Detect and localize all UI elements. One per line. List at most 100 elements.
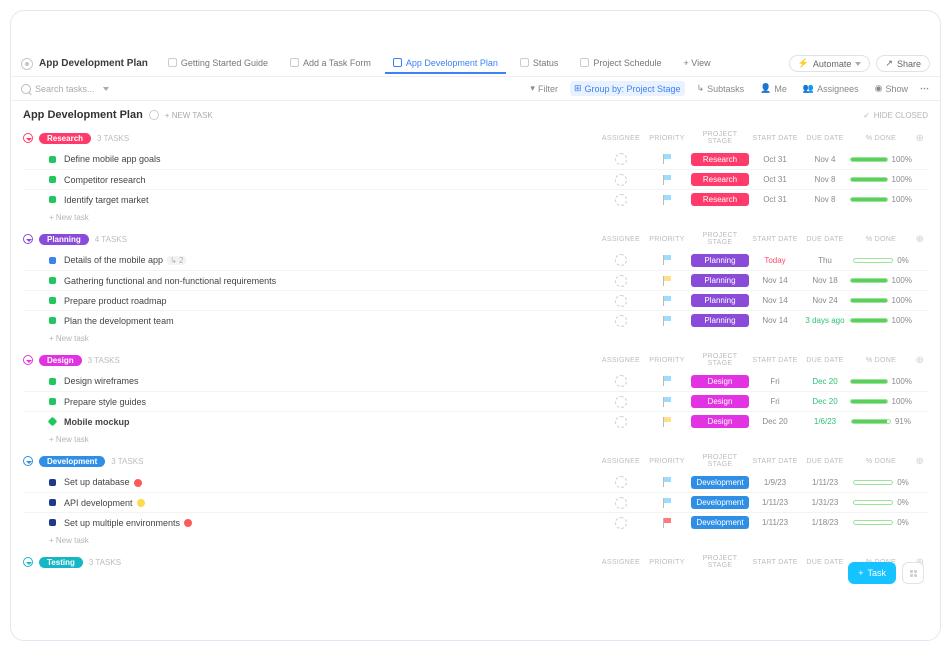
add-column-button[interactable]: ⊕	[912, 234, 928, 245]
project-stage-cell[interactable]: Planning	[691, 294, 749, 307]
project-stage-cell[interactable]: Planning	[691, 314, 749, 327]
percent-done[interactable]: 0%	[850, 498, 912, 507]
show-button[interactable]: ◉ Show	[871, 81, 912, 96]
task-name[interactable]: Prepare style guides	[64, 397, 598, 407]
due-date[interactable]: Dec 20	[812, 397, 837, 406]
add-view-button[interactable]: + View	[675, 54, 718, 74]
task-row[interactable]: Set up multiple environments Development 1…	[23, 512, 928, 532]
priority-flag-icon[interactable]	[663, 154, 672, 164]
task-name[interactable]: Set up multiple environments	[64, 518, 598, 528]
apps-grid-button[interactable]	[902, 562, 924, 584]
project-stage-cell[interactable]: Research	[691, 193, 749, 206]
percent-done[interactable]: 0%	[850, 478, 912, 487]
project-stage-cell[interactable]: Planning	[691, 274, 749, 287]
due-date[interactable]: Nov 8	[815, 175, 836, 184]
new-task-row[interactable]: + New task	[23, 209, 928, 224]
add-column-button[interactable]: ⊕	[912, 133, 928, 144]
due-date[interactable]: 1/31/23	[812, 498, 839, 507]
start-date[interactable]: Nov 14	[762, 276, 787, 285]
priority-flag-icon[interactable]	[663, 175, 672, 185]
start-date[interactable]: Fri	[770, 397, 779, 406]
project-stage-cell[interactable]: Development	[691, 476, 749, 489]
priority-flag-icon[interactable]	[663, 376, 672, 386]
task-row[interactable]: Plan the development team Planning Nov 14 3…	[23, 310, 928, 330]
new-task-row[interactable]: + New task	[23, 532, 928, 547]
new-task-inline[interactable]: + NEW TASK	[165, 111, 213, 120]
due-date[interactable]: 1/6/23	[814, 417, 836, 426]
due-date[interactable]: 1/18/23	[812, 518, 839, 527]
start-date[interactable]: Nov 14	[762, 296, 787, 305]
task-row[interactable]: Identify target marketResearchOct 31Nov …	[23, 189, 928, 209]
share-button[interactable]: ↗ Share	[876, 55, 930, 72]
group-collapse-toggle[interactable]	[23, 133, 33, 143]
subtasks-button[interactable]: ↳ Subtasks	[693, 81, 749, 96]
tab-project-schedule[interactable]: Project Schedule	[572, 54, 669, 74]
due-date[interactable]: Nov 24	[812, 296, 837, 305]
project-stage-cell[interactable]: Design	[691, 375, 749, 388]
task-name[interactable]: Identify target market	[64, 195, 598, 205]
task-status-square[interactable]	[49, 196, 56, 203]
assignee-empty-icon[interactable]	[615, 295, 627, 307]
due-date[interactable]: Thu	[818, 256, 832, 265]
group-pill[interactable]: Research	[39, 133, 91, 144]
task-row[interactable]: Prepare product roadmap Planning Nov 14 Nov…	[23, 290, 928, 310]
project-stage-cell[interactable]: Development	[691, 496, 749, 509]
percent-done[interactable]: 100%	[850, 155, 912, 164]
task-status-square[interactable]	[49, 398, 56, 405]
group-collapse-toggle[interactable]	[23, 355, 33, 365]
assignee-empty-icon[interactable]	[615, 315, 627, 327]
assignee-empty-icon[interactable]	[615, 153, 627, 165]
task-name[interactable]: Competitor research	[64, 175, 598, 185]
group-pill[interactable]: Planning	[39, 234, 89, 245]
task-status-square[interactable]	[49, 519, 56, 526]
task-name[interactable]: Define mobile app goals	[64, 154, 598, 164]
priority-flag-icon[interactable]	[663, 195, 672, 205]
list-settings-icon[interactable]	[21, 58, 33, 70]
project-stage-cell[interactable]: Research	[691, 153, 749, 166]
percent-done[interactable]: 0%	[850, 518, 912, 527]
task-row[interactable]: Set up databaseDevelopment1/9/231/11/230…	[23, 472, 928, 492]
assignee-empty-icon[interactable]	[615, 375, 627, 387]
project-stage-cell[interactable]: Development	[691, 516, 749, 529]
me-filter-button[interactable]: 👤 Me	[756, 81, 791, 96]
project-stage-cell[interactable]: Planning	[691, 254, 749, 267]
assignee-empty-icon[interactable]	[615, 396, 627, 408]
task-status-square[interactable]	[49, 317, 56, 324]
due-date[interactable]: Dec 20	[812, 377, 837, 386]
priority-flag-icon[interactable]	[663, 417, 672, 427]
group-collapse-toggle[interactable]	[23, 234, 33, 244]
task-status-square[interactable]	[49, 176, 56, 183]
due-date[interactable]: Nov 8	[815, 195, 836, 204]
task-status-square[interactable]	[48, 417, 58, 427]
assignee-empty-icon[interactable]	[615, 194, 627, 206]
task-status-square[interactable]	[49, 479, 56, 486]
group-collapse-toggle[interactable]	[23, 557, 33, 567]
priority-flag-icon[interactable]	[663, 477, 672, 487]
group-collapse-toggle[interactable]	[23, 456, 33, 466]
new-task-row[interactable]: + New task	[23, 431, 928, 446]
assignee-empty-icon[interactable]	[615, 476, 627, 488]
assignees-button[interactable]: 👥 Assignees	[799, 81, 863, 96]
percent-done[interactable]: 100%	[850, 276, 912, 285]
task-name[interactable]: Prepare product roadmap	[64, 296, 598, 306]
assignee-empty-icon[interactable]	[615, 517, 627, 529]
new-task-row[interactable]: + New task	[23, 330, 928, 345]
priority-flag-icon[interactable]	[663, 316, 672, 326]
percent-done[interactable]: 100%	[850, 397, 912, 406]
start-date[interactable]: Today	[764, 256, 785, 265]
due-date[interactable]: Nov 18	[812, 276, 837, 285]
add-task-fab[interactable]: + Task	[848, 562, 896, 584]
project-stage-cell[interactable]: Design	[691, 415, 749, 428]
task-name[interactable]: Mobile mockup	[64, 417, 598, 427]
task-row[interactable]: Define mobile app goalsResearchOct 31Nov…	[23, 149, 928, 169]
group-pill[interactable]: Development	[39, 456, 105, 467]
start-date[interactable]: Oct 31	[763, 155, 787, 164]
add-column-button[interactable]: ⊕	[912, 456, 928, 467]
task-name[interactable]: Plan the development team	[64, 316, 598, 326]
percent-done[interactable]: 91%	[850, 417, 912, 426]
start-date[interactable]: Nov 14	[762, 316, 787, 325]
group-pill[interactable]: Design	[39, 355, 82, 366]
due-date[interactable]: 3 days ago	[805, 316, 844, 325]
task-row[interactable]: Mobile mockupDesignDec 201/6/2391%	[23, 411, 928, 431]
task-status-square[interactable]	[49, 378, 56, 385]
